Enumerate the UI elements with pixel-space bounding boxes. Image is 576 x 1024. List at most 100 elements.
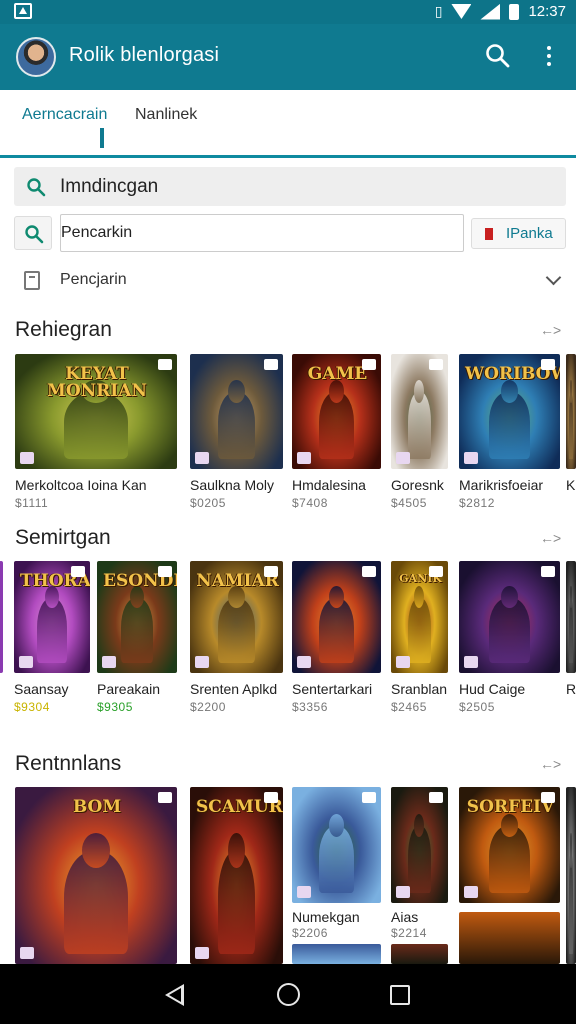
search-input[interactable] bbox=[60, 214, 464, 252]
platform-badge-icon bbox=[297, 452, 311, 464]
game-name: Hud Caige bbox=[459, 681, 526, 697]
game-name: K bbox=[566, 477, 576, 493]
platform-badge-icon bbox=[464, 452, 478, 464]
rating-badge-icon bbox=[158, 566, 172, 577]
character-illustration bbox=[569, 380, 573, 459]
game-card[interactable] bbox=[459, 561, 560, 673]
game-name: Goresnk bbox=[391, 477, 444, 493]
search-icon[interactable] bbox=[484, 42, 512, 70]
game-card[interactable] bbox=[391, 944, 448, 964]
game-name: Aias bbox=[391, 909, 419, 925]
game-card-partial[interactable] bbox=[0, 561, 3, 673]
character-illustration bbox=[408, 813, 431, 893]
search-button[interactable] bbox=[14, 216, 52, 250]
game-card[interactable] bbox=[566, 561, 576, 673]
battery-icon bbox=[509, 3, 520, 20]
game-card[interactable] bbox=[190, 354, 283, 469]
category-dropdown[interactable]: Pencjarin bbox=[0, 262, 576, 298]
back-icon[interactable] bbox=[165, 984, 184, 1006]
game-name: R bbox=[566, 681, 576, 697]
game-card[interactable] bbox=[391, 354, 448, 469]
platform-badge-icon bbox=[102, 656, 116, 668]
platform-badge-icon bbox=[396, 452, 410, 464]
wifi-icon bbox=[451, 4, 472, 19]
character-illustration bbox=[569, 832, 573, 954]
game-card[interactable]: NAMIAR bbox=[190, 561, 283, 673]
recents-icon[interactable] bbox=[390, 985, 410, 1005]
game-card[interactable] bbox=[292, 944, 381, 964]
tab-0[interactable]: Aerncacrain bbox=[22, 106, 107, 124]
game-price: $2505 bbox=[459, 700, 495, 714]
game-logo-text: BOM bbox=[72, 797, 122, 817]
game-name: Saulkna Moly bbox=[190, 477, 275, 493]
game-card[interactable]: ESONDR bbox=[97, 561, 177, 673]
see-more-arrow-icon[interactable]: ←> bbox=[540, 322, 561, 338]
game-card[interactable]: BOM bbox=[15, 787, 177, 964]
navigation-bar bbox=[0, 964, 576, 1024]
game-card[interactable]: WORIBOW bbox=[459, 354, 560, 469]
game-card[interactable] bbox=[459, 912, 560, 964]
game-price: $7408 bbox=[292, 496, 328, 510]
game-card[interactable] bbox=[566, 354, 576, 469]
search-bar-text: Imndincgan bbox=[60, 176, 159, 197]
rating-badge-icon bbox=[429, 792, 443, 803]
game-price: $9304 bbox=[14, 700, 50, 714]
game-price: $9305 bbox=[97, 700, 133, 714]
search-bar[interactable]: Imndincgan bbox=[14, 167, 566, 206]
character-illustration bbox=[217, 586, 256, 663]
filter-button[interactable]: IPanka bbox=[471, 218, 566, 249]
game-price: $2812 bbox=[459, 496, 495, 510]
rating-badge-icon bbox=[429, 566, 443, 577]
game-name: Pareakain bbox=[97, 681, 161, 697]
rating-badge-icon bbox=[362, 359, 376, 370]
see-more-arrow-icon[interactable]: ←> bbox=[540, 530, 561, 546]
rating-badge-icon bbox=[541, 566, 555, 577]
character-illustration bbox=[217, 832, 256, 954]
game-price: $2465 bbox=[391, 700, 427, 714]
character-illustration bbox=[408, 586, 431, 663]
game-card[interactable] bbox=[292, 561, 381, 673]
flag-icon bbox=[485, 228, 493, 240]
character-illustration bbox=[318, 380, 355, 459]
rating-badge-icon bbox=[158, 792, 172, 803]
game-card[interactable]: SCAMUR bbox=[190, 787, 283, 964]
game-card[interactable]: SORFEIV bbox=[459, 787, 560, 903]
character-illustration bbox=[318, 813, 355, 893]
section-title: Semirtgan bbox=[15, 526, 111, 549]
signal-icon bbox=[480, 3, 501, 20]
rating-badge-icon bbox=[362, 792, 376, 803]
game-card[interactable] bbox=[292, 787, 381, 903]
rating-badge-icon bbox=[429, 359, 443, 370]
app-bar: Rolik blenlorgasi bbox=[0, 24, 576, 90]
game-name: Saansay bbox=[14, 681, 69, 697]
rating-badge-icon bbox=[158, 359, 172, 370]
section-title: Rentnnlans bbox=[15, 752, 122, 775]
platform-badge-icon bbox=[195, 656, 209, 668]
game-card[interactable]: THORANKER bbox=[14, 561, 90, 673]
game-price: $2206 bbox=[292, 926, 328, 940]
tab-1[interactable]: Nanlinek bbox=[135, 106, 197, 124]
game-card[interactable] bbox=[391, 787, 448, 903]
avatar[interactable] bbox=[16, 37, 56, 77]
platform-badge-icon bbox=[195, 452, 209, 464]
rating-badge-icon bbox=[264, 792, 278, 803]
game-name: Srenten Aplkd bbox=[190, 681, 278, 697]
tab-bar: Aerncacrain Nanlinek bbox=[0, 90, 576, 158]
game-card[interactable]: GANIK bbox=[391, 561, 448, 673]
chevron-down-icon[interactable] bbox=[545, 269, 562, 286]
game-card[interactable]: GAME bbox=[292, 354, 381, 469]
game-name: Numekgan bbox=[292, 909, 360, 925]
platform-badge-icon bbox=[396, 656, 410, 668]
character-illustration bbox=[489, 586, 530, 663]
character-illustration bbox=[569, 586, 573, 663]
game-name: Sentertarkari bbox=[292, 681, 373, 697]
see-more-arrow-icon[interactable]: ←> bbox=[540, 756, 561, 772]
game-card[interactable]: KEYAT MONRIAN bbox=[15, 354, 177, 469]
game-card[interactable] bbox=[566, 787, 576, 964]
game-name: Hmdalesina bbox=[292, 477, 366, 493]
platform-badge-icon bbox=[297, 656, 311, 668]
app-notification-icon bbox=[14, 3, 32, 19]
rating-badge-icon bbox=[541, 359, 555, 370]
more-options-icon[interactable] bbox=[536, 42, 562, 70]
home-icon[interactable] bbox=[277, 983, 300, 1006]
